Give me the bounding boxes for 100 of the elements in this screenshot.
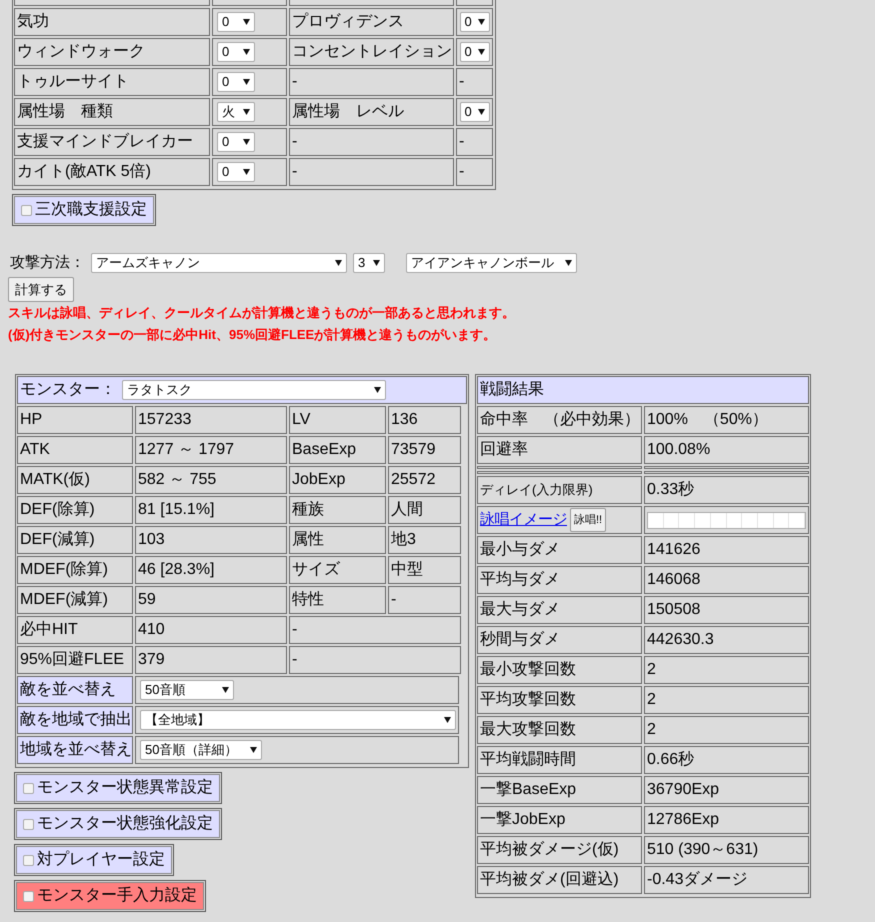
- caret-icon: [373, 260, 380, 266]
- table-cell-text: 種族: [292, 500, 324, 520]
- warning-note: (仮)付きモンスターの一部に必中Hit、95%回避FLEEが計算機と違うものがいます。: [8, 326, 498, 344]
- table-cell-text: 平均被ダメージ(仮): [480, 840, 619, 860]
- caret-icon: [243, 49, 250, 55]
- table-cell-text: DEF(減算): [20, 530, 95, 550]
- results-title: 戦闘結果: [480, 380, 544, 400]
- table-cell-text: -: [292, 162, 298, 182]
- checkbox[interactable]: [23, 818, 34, 830]
- calculate-button[interactable]: 計算する: [8, 277, 74, 302]
- table-cell-text: 146068: [647, 570, 700, 590]
- dropdown[interactable]: 0: [460, 102, 490, 122]
- table-cell-text: カイト(敵ATK 5倍): [17, 162, 151, 182]
- dropdown[interactable]: ラタトスク: [122, 380, 386, 400]
- table-cell-text: 1277 ～ 1797: [138, 440, 234, 460]
- table-cell-text: -: [391, 590, 396, 610]
- checkbox[interactable]: [21, 204, 32, 216]
- table-cell-text: 410: [138, 620, 165, 640]
- table-cell-text: 一撃BaseExp: [480, 780, 576, 800]
- table-cell-text: 必中HIT: [20, 620, 78, 640]
- caret-icon: [243, 109, 250, 115]
- dropdown[interactable]: 50音順: [140, 680, 234, 700]
- checkbox[interactable]: [23, 854, 34, 866]
- table-cell-text: -: [292, 620, 298, 640]
- table-cell-text: 平均与ダメ: [480, 570, 560, 590]
- table-cell-text: 一撃JobExp: [480, 810, 566, 830]
- table-cell-text: プロヴィデンス: [292, 12, 404, 32]
- checkbox[interactable]: [23, 890, 34, 902]
- checkbox-panel[interactable]: モンスター手入力設定: [16, 882, 204, 910]
- caret-icon: [243, 19, 250, 25]
- checkbox-panel[interactable]: 三次職支援設定: [14, 196, 154, 224]
- chant-link[interactable]: 詠唱イメージ: [480, 508, 567, 532]
- filter-label: 地域を並べ替え: [20, 740, 132, 760]
- table-cell-text: ディレイ(入力限界): [480, 481, 593, 500]
- dropdown[interactable]: 【全地域】: [140, 710, 456, 730]
- caret-icon: [243, 139, 250, 145]
- table-cell-text: 36790Exp: [647, 780, 720, 800]
- chant-button[interactable]: 詠唱!!: [570, 508, 606, 532]
- table-cell-text: 46 [28.3%]: [138, 560, 214, 580]
- table-cell-text: -: [459, 162, 464, 182]
- table-cell-text: 2: [647, 690, 656, 710]
- table-cell-text: 人間: [391, 500, 423, 520]
- table-cell-text: LV: [292, 410, 310, 430]
- dropdown[interactable]: 3: [353, 253, 385, 273]
- table-cell-text: 73579: [391, 440, 436, 460]
- table-cell-text: 平均被ダメ(回避込): [480, 870, 619, 890]
- table-cell-text: 510 (390～631): [647, 840, 758, 860]
- table-cell-text: 支援マインドブレイカー: [17, 132, 193, 152]
- table-cell-text: 気功: [17, 12, 49, 32]
- table-cell-text: JobExp: [292, 470, 346, 490]
- table-cell-text: ウィンドウォーク: [17, 42, 145, 62]
- filter-label: 敵を地域で抽出: [20, 710, 132, 730]
- table-cell-text: -: [459, 132, 464, 152]
- dropdown[interactable]: 0: [460, 42, 490, 62]
- table-cell-text: 最小攻撃回数: [480, 660, 576, 680]
- checkbox-panel[interactable]: モンスター状態強化設定: [16, 810, 220, 838]
- caret-icon: [478, 109, 484, 115]
- dropdown[interactable]: アームズキャノン: [91, 253, 347, 273]
- checkbox[interactable]: [23, 782, 34, 794]
- table-cell-text: 59: [138, 590, 156, 610]
- table-cell-text: 0.33秒: [647, 480, 694, 500]
- warning-note: スキルは詠唱、ディレイ、クールタイムが計算機と違うものが一部あると思われます。: [8, 304, 516, 322]
- table-cell-text: 属性: [292, 530, 324, 550]
- caret-icon: [478, 49, 484, 55]
- dropdown[interactable]: アイアンキャノンボール: [406, 253, 577, 273]
- dropdown[interactable]: 0: [217, 132, 255, 152]
- table-cell-text: 命中率 （必中効果）: [480, 410, 640, 430]
- filter-label: 敵を並べ替え: [20, 680, 116, 700]
- dropdown[interactable]: 0: [217, 42, 255, 62]
- checkbox-panel[interactable]: 対プレイヤー設定: [16, 846, 172, 874]
- caret-icon: [335, 260, 342, 266]
- caret-icon: [565, 260, 572, 266]
- caret-icon: [478, 19, 484, 25]
- table-cell-text: 582 ～ 755: [138, 470, 216, 490]
- caret-icon: [222, 687, 229, 693]
- table-cell-text: 95%回避FLEE: [20, 650, 124, 670]
- dropdown[interactable]: 0: [217, 72, 255, 92]
- monster-label: モンスター：: [20, 380, 116, 400]
- table-cell-text: 平均戦闘時間: [480, 750, 576, 770]
- table-cell-text: 回避率: [480, 440, 528, 460]
- table-cell-text: 2: [647, 720, 656, 740]
- table-cell-text: -: [292, 72, 298, 92]
- dropdown[interactable]: 0: [217, 162, 255, 182]
- table-cell-text: ATK: [20, 440, 50, 460]
- table-cell-text: HP: [20, 410, 42, 430]
- table-cell-text: MATK(仮): [20, 470, 90, 490]
- table-cell-text: 平均攻撃回数: [480, 690, 576, 710]
- table-cell-text: MDEF(減算): [20, 590, 108, 610]
- table-cell-text: 103: [138, 530, 165, 550]
- attack-method-label: 攻撃方法：: [10, 252, 85, 273]
- dropdown[interactable]: 50音順（詳細）: [140, 740, 262, 760]
- table-cell-text: 150508: [647, 600, 700, 620]
- dropdown[interactable]: 0: [217, 12, 255, 32]
- checkbox-panel[interactable]: モンスター状態異常設定: [16, 774, 220, 802]
- table-cell-text: 100% （50%）: [647, 410, 768, 430]
- table-cell-text: BaseExp: [292, 440, 356, 460]
- dropdown[interactable]: 火: [217, 102, 255, 122]
- table-cell-text: 157233: [138, 410, 192, 430]
- dropdown[interactable]: 0: [460, 12, 490, 32]
- table-cell-text: 100.08%: [647, 440, 710, 460]
